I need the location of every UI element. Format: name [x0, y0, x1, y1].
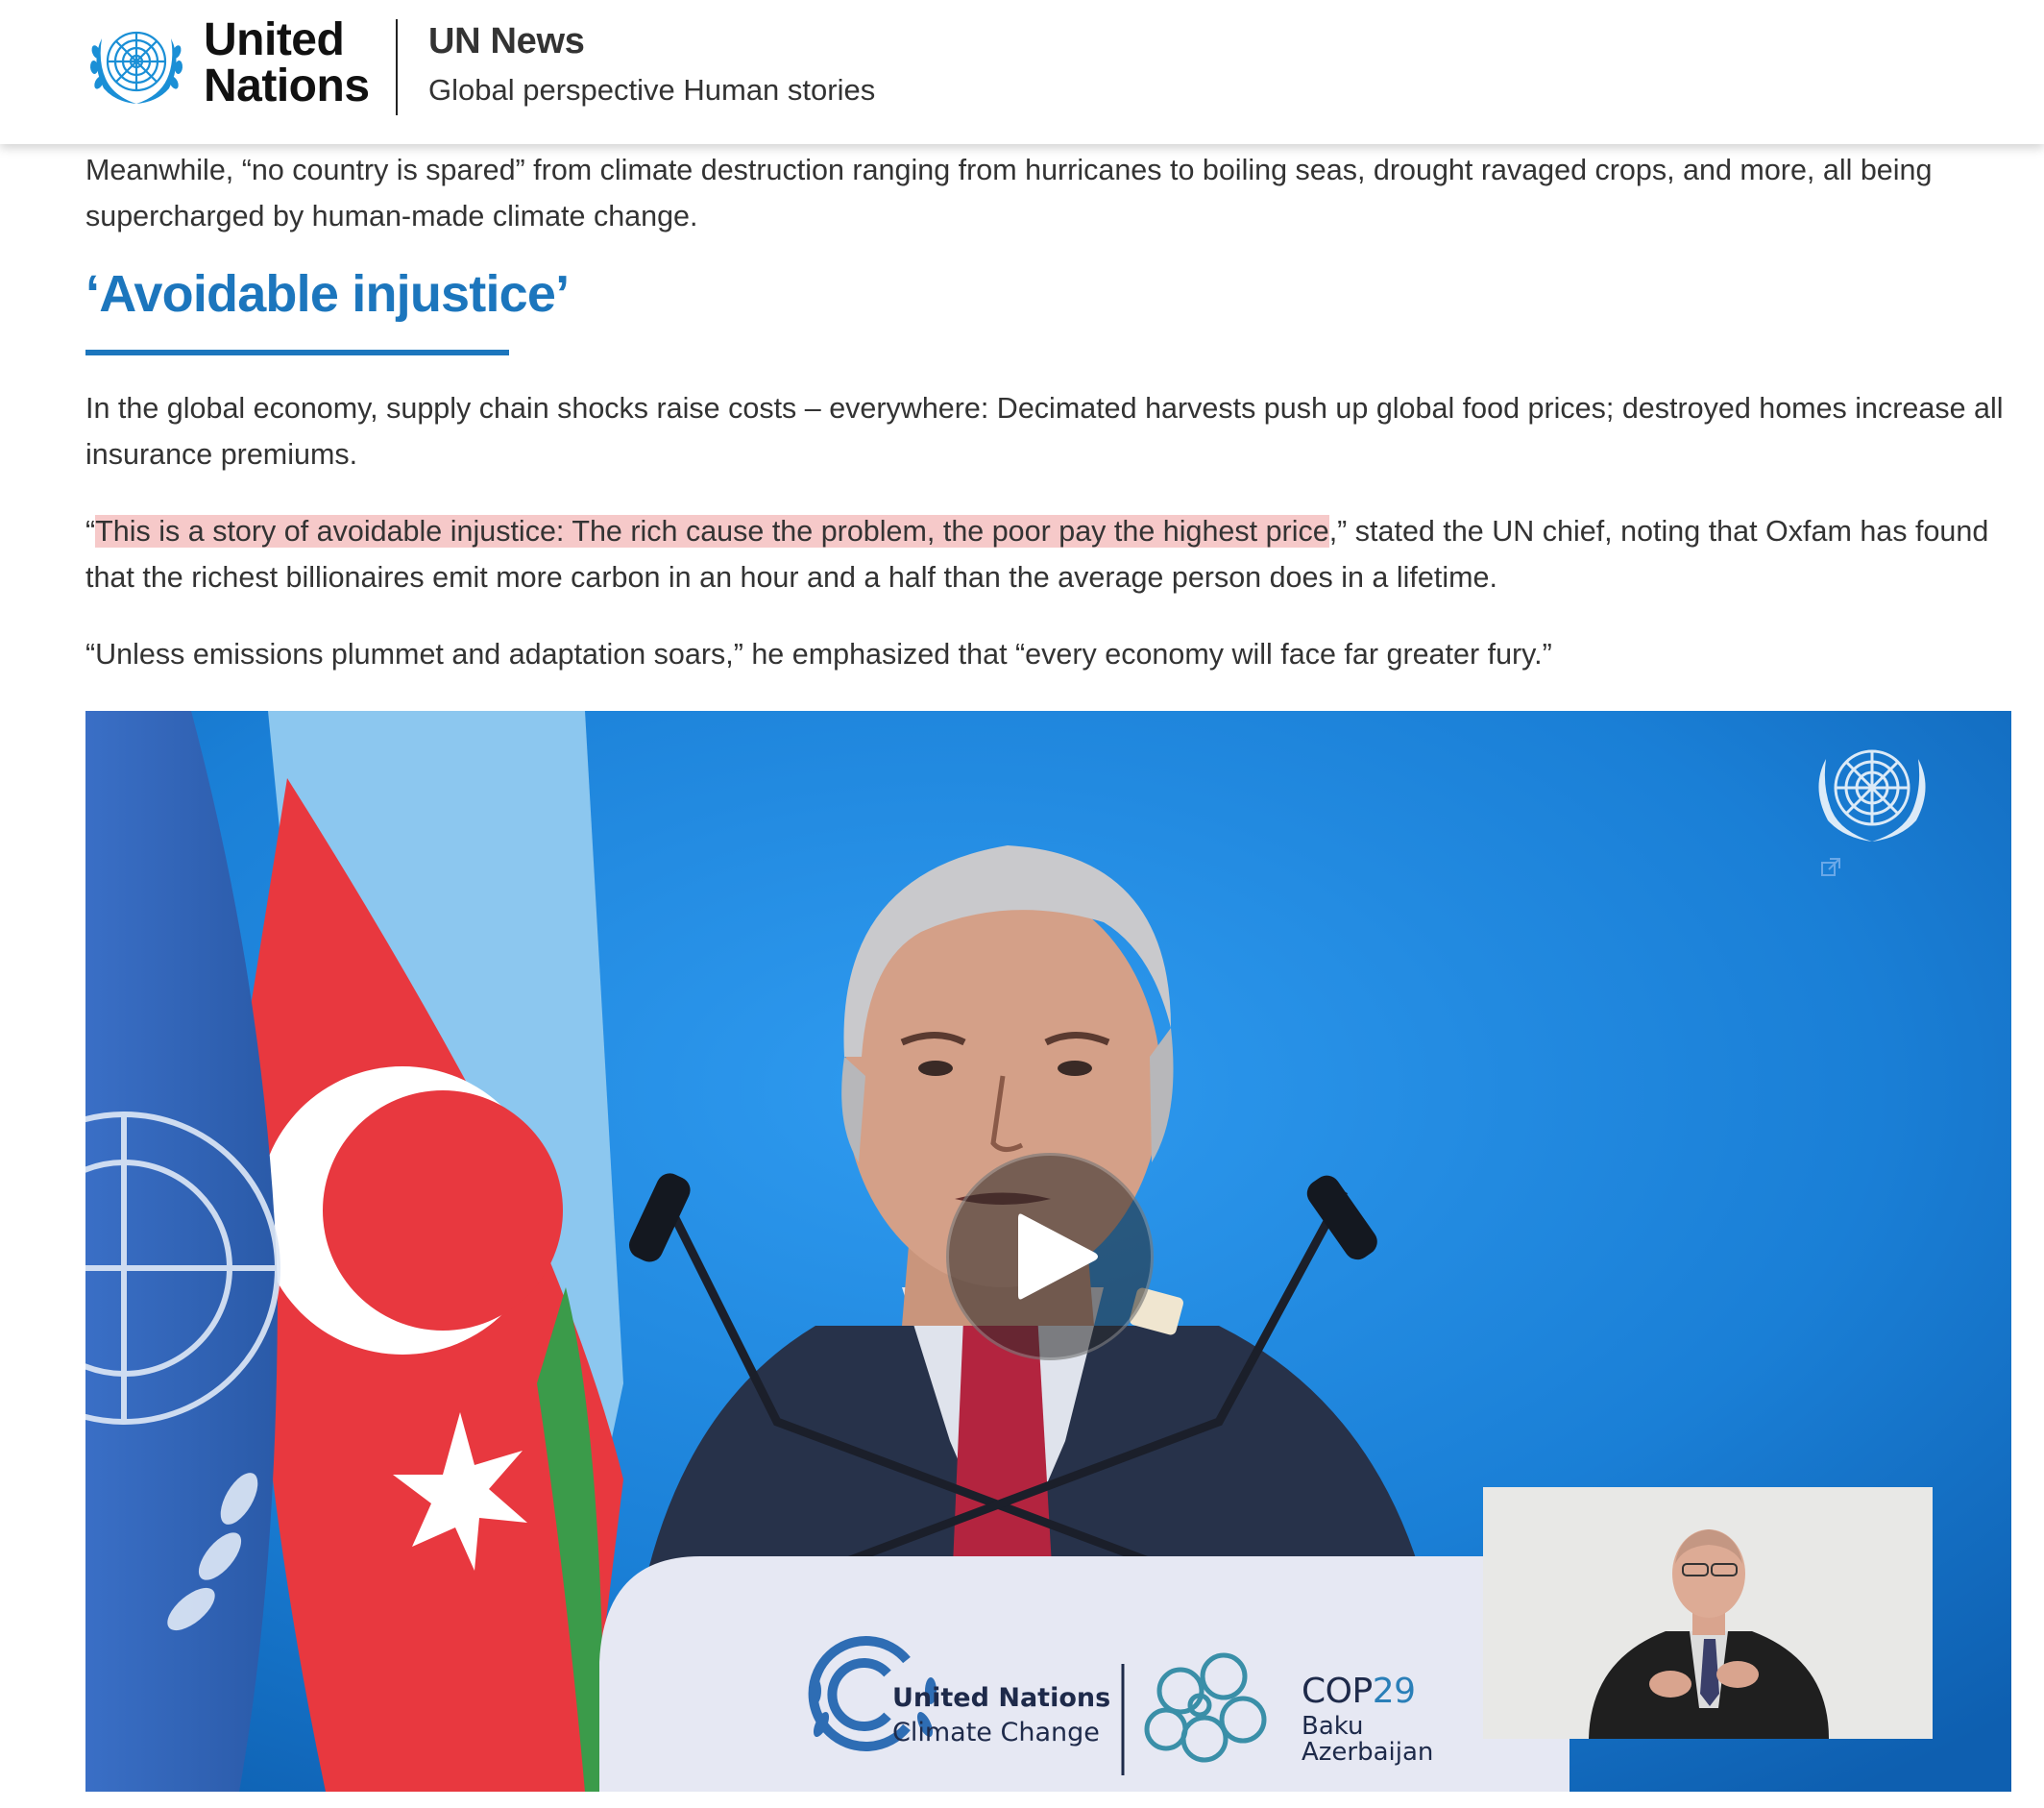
- video-player[interactable]: United Nations Climate Change COP29 Baku…: [85, 711, 2011, 1792]
- cop-location-country: Azerbaijan: [1302, 1738, 1434, 1767]
- cop29-label: COP29: [1302, 1672, 1416, 1711]
- paragraph-no-country-spared: Meanwhile, “no country is spared” from c…: [85, 154, 1933, 232]
- cop-location-city: Baku: [1302, 1712, 1364, 1741]
- section-heading: ‘Avoidable injustice’: [85, 265, 570, 323]
- podium-label-un: United Nations: [892, 1683, 1111, 1713]
- podium-label-climate-change: Climate Change: [892, 1718, 1100, 1747]
- logo-line-united: United: [204, 14, 345, 65]
- play-icon: [1018, 1213, 1098, 1300]
- highlighted-quote: This is a story of avoidable injustice: …: [95, 515, 1329, 548]
- external-link-icon[interactable]: [1820, 857, 1841, 878]
- play-button[interactable]: [946, 1153, 1154, 1360]
- site-tagline: Global perspective Human stories: [428, 73, 876, 107]
- sign-language-interpreter-inset: [1483, 1487, 1933, 1739]
- un-emblem-logo[interactable]: [83, 19, 190, 111]
- cop-number: 29: [1372, 1672, 1416, 1711]
- logo-line-nations: Nations: [204, 61, 370, 111]
- open-quote: “: [85, 515, 96, 548]
- paragraph-global-economy: In the global economy, supply chain shoc…: [85, 392, 2004, 471]
- paragraph-avoidable-injustice-quote: “This is a story of avoidable injustice:…: [85, 508, 2044, 600]
- cop29-location: Baku Azerbaijan: [1302, 1714, 1494, 1766]
- un-emblem-watermark-icon: [1818, 749, 1926, 842]
- heading-underline: [85, 350, 509, 355]
- site-title[interactable]: UN News: [428, 21, 585, 62]
- header-divider: [396, 19, 398, 115]
- site-header: United Nations UN News Global perspectiv…: [0, 0, 2044, 144]
- un-wordmark[interactable]: United Nations: [204, 17, 370, 110]
- paragraph-emissions-plummet: “Unless emissions plummet and adaptation…: [85, 638, 1552, 671]
- cop-text: COP: [1302, 1672, 1373, 1711]
